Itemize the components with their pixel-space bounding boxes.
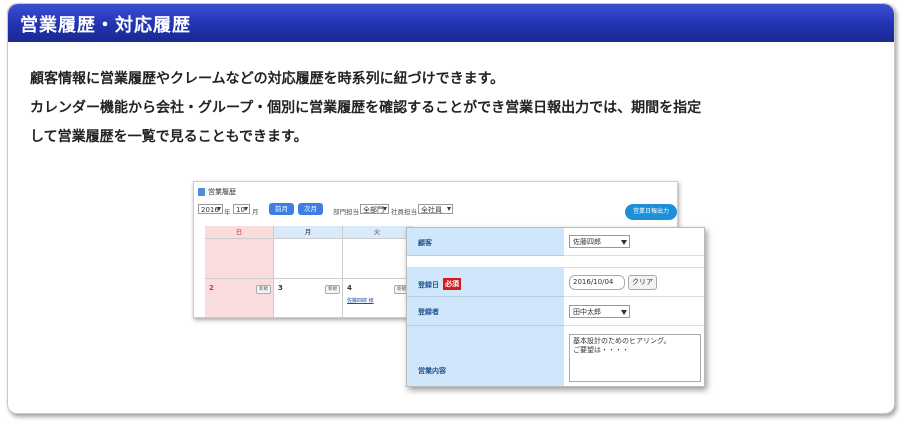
customer-select[interactable]: 佐藤四郎 [569,235,630,248]
required-badge: 必須 [443,278,461,290]
date-label: 登録日 必須 [418,278,461,290]
calendar-cell[interactable] [205,238,274,278]
chevron-down-icon [383,207,387,211]
new-entry-button[interactable]: 新規 [325,285,340,294]
content-label: 営業内容 [418,367,446,375]
feature-description: 顧客情報に営業履歴やクレームなどの対応履歴を時系列に紐づけできます。 カレンダー… [30,65,701,152]
calendar-cell[interactable]: 2 新規 [205,278,274,317]
section-title: 営業履歴・対応履歴 [20,15,191,36]
calendar-cell[interactable] [343,238,412,278]
date-value-cell: 2016/10/04 クリア [564,268,704,297]
feature-card: 営業履歴・対応履歴 顧客情報に営業履歴やクレームなどの対応履歴を時系列に紐づけで… [7,3,895,414]
dept-select[interactable]: 全部門 [360,204,389,214]
staff-select[interactable]: 全社員 [418,204,453,214]
customer-value-cell: 佐藤四郎 [564,228,704,256]
registrant-select[interactable]: 田中太郎 [569,305,630,318]
content-value-cell: 基本設計のためのヒアリング。 ご要望は・・・・ [564,326,704,386]
customer-label: 顧客 [418,239,432,247]
chevron-down-icon [447,207,451,211]
year-unit: 年 [224,208,231,216]
date-label-cell: 登録日 必須 [407,268,564,297]
registrant-value-cell: 田中太郎 [564,297,704,326]
content-textarea[interactable]: 基本設計のためのヒアリング。 ご要望は・・・・ [569,334,701,382]
calendar-cell[interactable] [274,238,343,278]
day-number: 2 [209,284,214,292]
month-select[interactable]: 10 [233,204,250,214]
next-month-button[interactable]: 次月 [298,203,323,215]
new-entry-button[interactable]: 新規 [256,285,271,294]
description-line: して営業履歴を一覧で見ることもできます。 [30,129,308,145]
day-number: 4 [347,284,352,292]
sales-history-form-screenshot: 顧客 佐藤四郎 登録日 必須 2016/10/04 クリア 登録者 田中太郎 営業… [406,227,705,387]
registrant-label: 登録者 [418,308,439,316]
clear-button[interactable]: クリア [628,275,657,290]
sales-report-button[interactable]: 営業日報出力 [625,204,677,220]
registrant-label-cell: 登録者 [407,297,564,326]
month-unit: 月 [252,208,259,216]
calendar-title: 営業履歴 [208,188,236,196]
spacer-row [407,256,564,268]
chevron-down-icon [244,207,248,211]
chevron-down-icon [217,207,221,211]
prev-month-button[interactable]: 前月 [269,203,294,215]
year-select[interactable]: 2016 [198,204,223,214]
date-input[interactable]: 2016/10/04 [569,275,625,290]
spacer-row [564,256,704,268]
weekday-header-mon: 月 [274,226,343,238]
day-number: 3 [278,284,283,292]
section-header: 営業履歴・対応履歴 [8,4,894,42]
staff-label: 社員担当 [391,208,417,216]
chevron-down-icon [621,240,627,245]
customer-label-cell: 顧客 [407,228,564,256]
chevron-down-icon [621,310,627,315]
weekday-header-tue: 火 [343,226,412,238]
calendar-cell[interactable]: 4 新規 佐藤四郎 様 [343,278,412,317]
weekday-header-sun: 日 [205,226,274,238]
calendar-entry-link[interactable]: 佐藤四郎 様 [347,297,374,304]
calendar-cell[interactable]: 3 新規 [274,278,343,317]
description-line: カレンダー機能から会社・グループ・個別に営業履歴を確認することができ営業日報出力… [30,100,702,116]
dept-label: 部門担当 [333,208,359,216]
content-label-cell: 営業内容 [407,326,564,386]
description-line: 顧客情報に営業履歴やクレームなどの対応履歴を時系列に紐づけできます。 [30,71,505,87]
